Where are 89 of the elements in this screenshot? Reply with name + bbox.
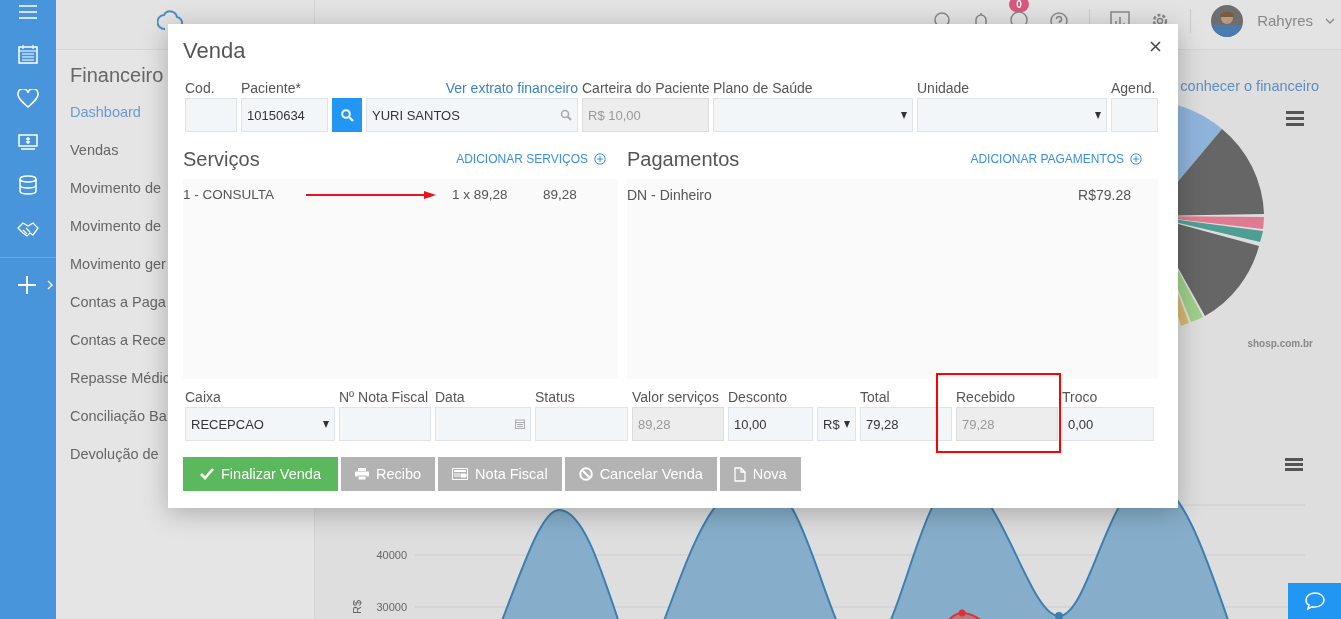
dropdown-caret-icon xyxy=(844,420,850,428)
section-title: Pagamentos xyxy=(627,147,740,171)
newspaper-icon xyxy=(452,468,469,480)
help-link[interactable]: conhecer o financeiro xyxy=(1180,78,1319,96)
select-field[interactable]: RECEPCAO xyxy=(185,407,335,441)
field-label: Data xyxy=(435,389,465,405)
nav-item[interactable]: Conciliação Ba xyxy=(70,408,167,446)
payment-amount: R$79.28 xyxy=(1078,187,1131,203)
field-label: Valor serviços xyxy=(632,389,719,405)
input-field[interactable] xyxy=(1111,98,1158,132)
menu-icon[interactable] xyxy=(1286,111,1304,126)
check-icon xyxy=(200,468,214,480)
field-label: Plano de Saúde xyxy=(713,80,813,96)
field-label: Cod. xyxy=(185,80,215,96)
input-field[interactable]: 10150634 xyxy=(241,98,328,132)
dialog-title: Venda xyxy=(183,38,246,64)
nav-item[interactable]: Devolução de xyxy=(70,446,159,484)
field-label: Troco xyxy=(1062,389,1098,405)
nav-item[interactable]: Contas a Paga xyxy=(70,294,166,332)
axis-label: R$ xyxy=(351,599,363,615)
payment-method: DN - Dinheiro xyxy=(627,187,712,203)
calendar-icon xyxy=(515,419,525,429)
nav-item[interactable]: Vendas xyxy=(70,142,119,180)
data-point xyxy=(1055,612,1063,619)
file-icon xyxy=(733,466,746,482)
axis-tick: 40000 xyxy=(376,549,407,561)
field-label: Paciente* xyxy=(241,80,301,96)
field-label: Carteira do Paciente xyxy=(582,80,710,96)
menu-icon[interactable] xyxy=(19,5,37,19)
input-field[interactable]: 0,00 xyxy=(1062,407,1154,441)
heart-icon[interactable] xyxy=(17,89,39,109)
nav-item[interactable]: Movimento de xyxy=(70,180,162,218)
nav-item[interactable]: Dashboard xyxy=(70,104,141,142)
nav-item[interactable]: Movimento ger xyxy=(70,256,166,294)
chat-icon xyxy=(1303,591,1326,611)
service-name: 1 - CONSULTA xyxy=(183,187,275,202)
date-field[interactable] xyxy=(435,407,531,441)
dropdown-caret-icon xyxy=(1095,111,1101,119)
field-label: Recebido xyxy=(956,389,1016,405)
field-label: Status xyxy=(535,389,575,405)
chevron-right-icon[interactable] xyxy=(47,280,53,290)
notification-badge: 0 xyxy=(1009,0,1029,12)
chart-credit: shosp.com.br xyxy=(1247,338,1313,349)
input-field[interactable]: 79,28 xyxy=(860,407,952,441)
input-field[interactable] xyxy=(339,407,431,441)
plus-circle-icon[interactable] xyxy=(594,153,606,165)
ban-icon xyxy=(578,467,593,481)
add-services-link[interactable]: ADICIONAR SERVIÇOS xyxy=(456,152,588,166)
chat-button[interactable] xyxy=(1288,583,1341,619)
plus-icon[interactable] xyxy=(17,275,37,295)
input-field[interactable] xyxy=(535,407,628,441)
action-button[interactable]: Finalizar Venda xyxy=(183,457,338,491)
printer-icon xyxy=(354,468,369,480)
statement-link[interactable]: Ver extrato financeiro xyxy=(445,80,578,96)
search-icon xyxy=(560,109,572,121)
calendar-icon[interactable] xyxy=(18,44,38,64)
search-icon xyxy=(340,108,354,122)
field-label: Caixa xyxy=(185,389,221,405)
nav-item[interactable]: Contas a Rece xyxy=(70,332,166,370)
field-label: Nº Nota Fiscal xyxy=(339,389,429,405)
nav-title: Financeiro xyxy=(70,64,164,87)
dropdown-caret-icon xyxy=(901,111,907,119)
data-point xyxy=(958,609,966,617)
field-label: Desconto xyxy=(728,389,788,405)
plus-circle-icon[interactable] xyxy=(1130,153,1142,165)
field-label: Total xyxy=(860,389,890,405)
menu-icon[interactable] xyxy=(1285,458,1303,471)
input-field[interactable]: 10,00 xyxy=(728,407,813,441)
dropdown-caret-icon xyxy=(323,420,329,428)
close-icon[interactable] xyxy=(1150,41,1161,52)
nav-item[interactable]: Repasse Médic xyxy=(70,370,170,408)
select-field[interactable] xyxy=(713,98,913,132)
section-title: Serviços xyxy=(183,147,260,171)
input-field[interactable] xyxy=(185,98,237,132)
field-label: Unidade xyxy=(917,80,970,96)
database-icon[interactable] xyxy=(19,175,37,195)
axis-tick: 30000 xyxy=(376,601,407,613)
user-name[interactable]: Rahyres xyxy=(1257,12,1313,29)
select-field[interactable] xyxy=(917,98,1107,132)
money-icon[interactable] xyxy=(18,134,38,150)
nav-item[interactable]: Movimento de xyxy=(70,218,162,256)
select-field[interactable]: R$ xyxy=(817,407,856,441)
search-button[interactable] xyxy=(332,98,362,132)
service-total: 89,28 xyxy=(543,187,577,202)
add-payments-link[interactable]: ADICIONAR PAGAMENTOS xyxy=(970,152,1124,166)
chevron-down-icon[interactable] xyxy=(1325,17,1335,24)
service-quantity: 1 x 89,28 xyxy=(452,187,509,202)
field-label: Agend. xyxy=(1111,80,1156,96)
input-field[interactable]: YURI SANTOS xyxy=(366,98,578,132)
